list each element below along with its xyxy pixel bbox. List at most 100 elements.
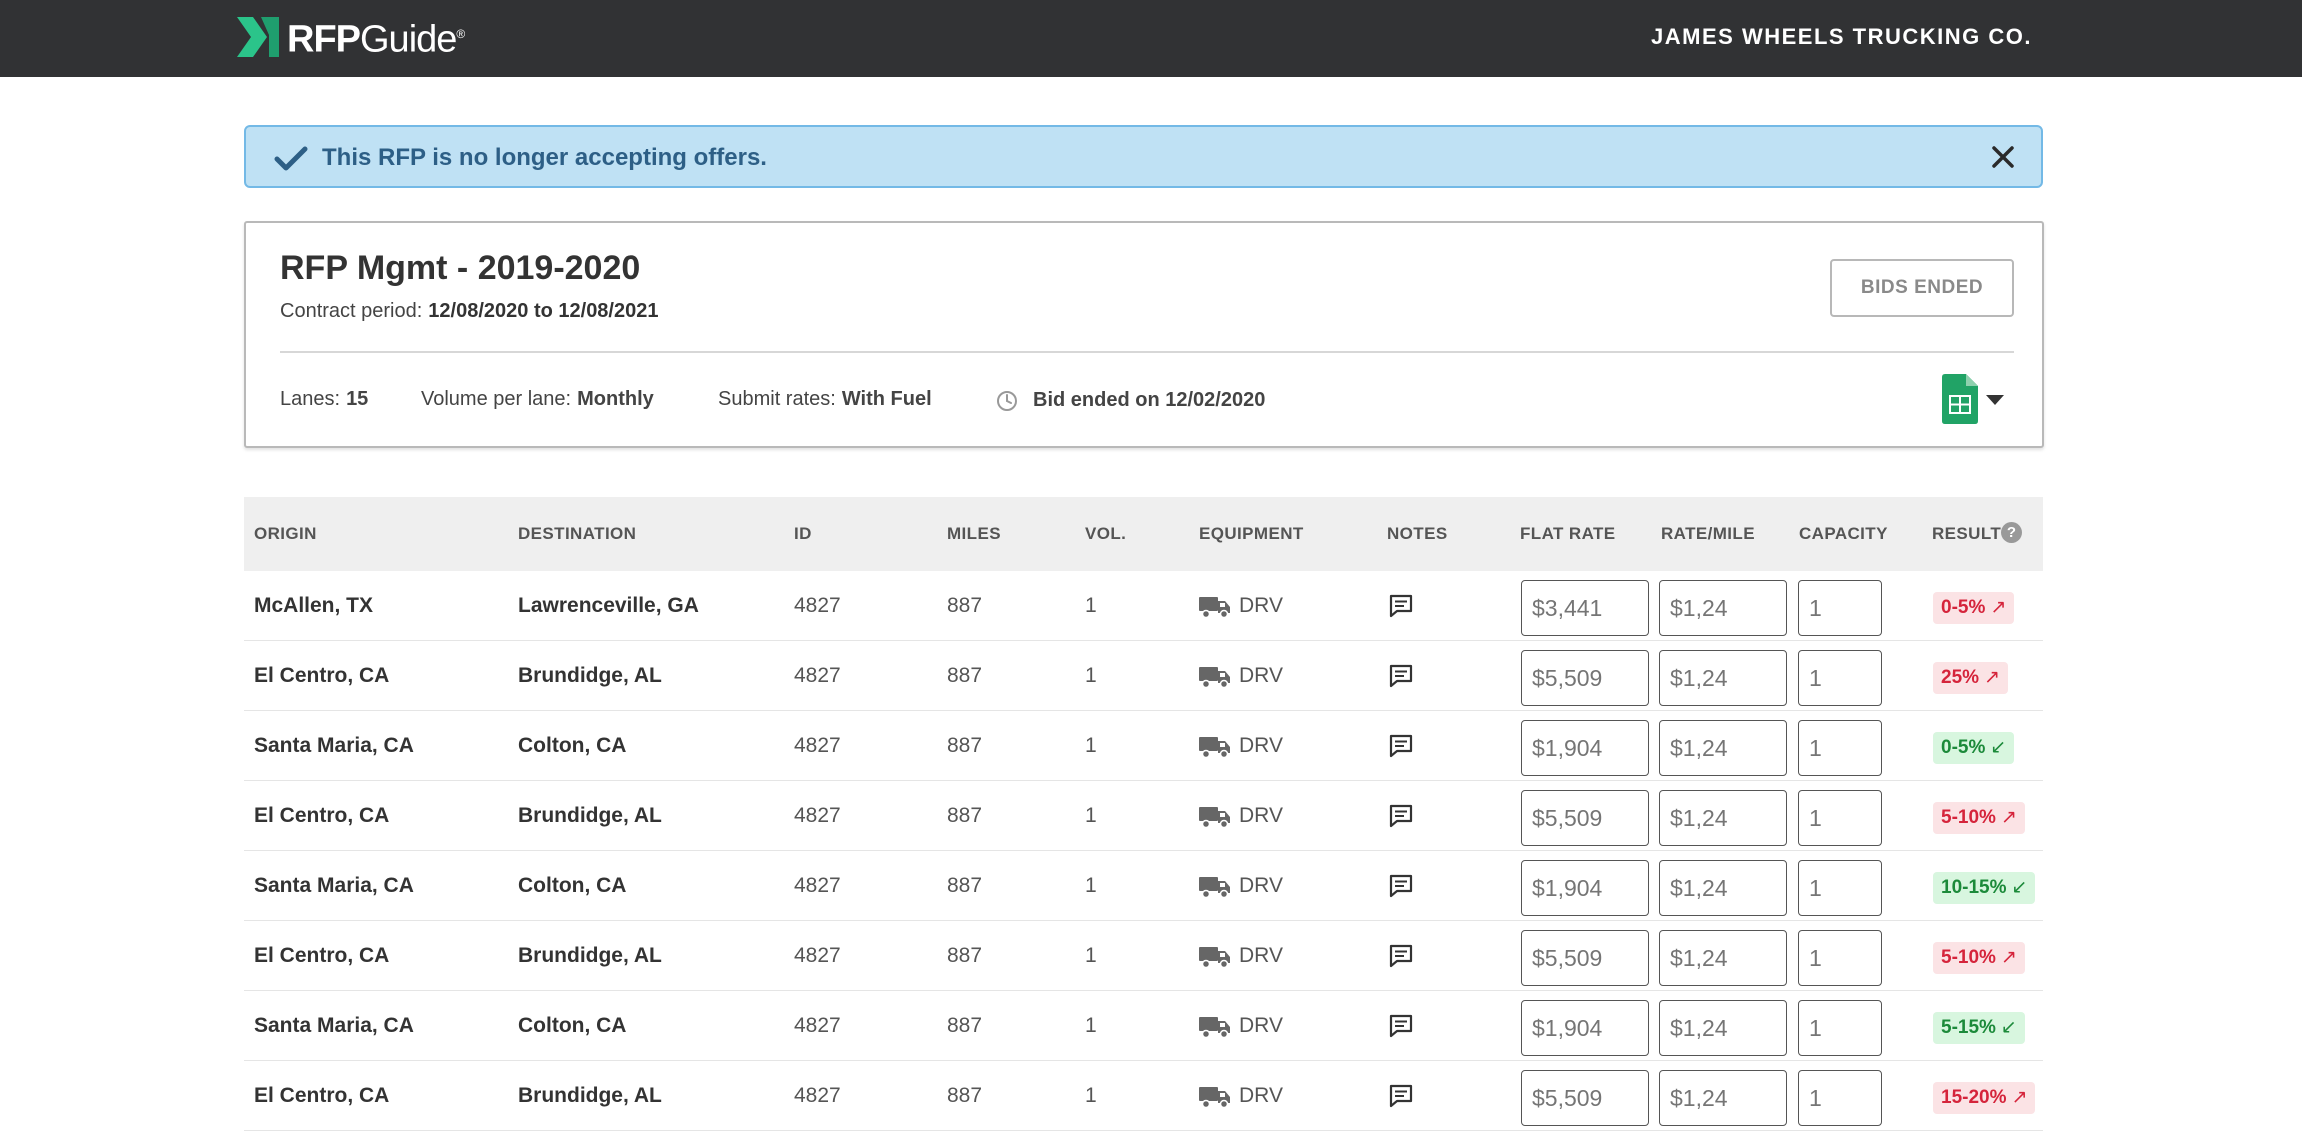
result-badge: 5-15% ↙ — [1933, 1012, 2025, 1044]
result-help-icon[interactable]: ? — [2001, 522, 2022, 543]
table-row[interactable]: El Centro, CA Brundidge, AL 4827 887 1 D… — [244, 641, 2043, 711]
spreadsheet-export-icon[interactable] — [1942, 374, 1978, 424]
miles-cell: 887 — [947, 594, 983, 617]
flat-rate-input[interactable] — [1521, 720, 1649, 776]
page-title: RFP Mgmt - 2019-2020 — [280, 249, 641, 287]
table-row[interactable]: El Centro, CA Brundidge, AL 4827 887 1 D… — [244, 921, 2043, 991]
capacity-input[interactable] — [1798, 930, 1882, 986]
trend-up-icon: ↗ — [1984, 667, 2000, 688]
table-row[interactable]: El Centro, CA Brundidge, AL 4827 887 1 D… — [244, 1061, 2043, 1131]
result-badge: 15-20% ↗ — [1933, 1082, 2036, 1114]
result-badge: 5-10% ↗ — [1933, 942, 2025, 974]
vol-cell: 1 — [1085, 1014, 1097, 1037]
equipment-cell: DRV — [1239, 1014, 1283, 1037]
capacity-input[interactable] — [1798, 790, 1882, 846]
flat-rate-input[interactable] — [1521, 860, 1649, 916]
capacity-input[interactable] — [1798, 650, 1882, 706]
equipment-cell: DRV — [1239, 664, 1283, 687]
trend-up-icon: ↗ — [2011, 1087, 2028, 1108]
flat-rate-input[interactable] — [1521, 580, 1649, 636]
trend-up-icon: ↗ — [1990, 597, 2007, 618]
destination-cell: Brundidge, AL — [518, 1084, 662, 1107]
table-row[interactable]: McAllen, TX Lawrenceville, GA 4827 887 1… — [244, 571, 2043, 641]
rate-mile-input[interactable] — [1659, 860, 1787, 916]
company-name[interactable]: JAMES WHEELS TRUCKING CO. — [1651, 24, 2032, 50]
header-notes[interactable]: NOTES — [1387, 524, 1448, 544]
flat-rate-input[interactable] — [1521, 650, 1649, 706]
miles-cell: 887 — [947, 874, 983, 897]
logo-wordmark: RFPGuide® — [287, 18, 465, 61]
lanes-table-header: ORIGIN DESTINATION ID MILES VOL. EQUIPME… — [244, 497, 2043, 571]
table-row[interactable]: El Centro, CA Brundidge, AL 4827 887 1 D… — [244, 781, 2043, 851]
header-result[interactable]: RESULT — [1932, 524, 2001, 544]
result-badge: 0-5% ↗ — [1933, 592, 2015, 624]
close-icon[interactable] — [1991, 145, 2015, 169]
volume-value: Monthly — [577, 388, 654, 410]
notes-icon[interactable] — [1388, 593, 1414, 619]
origin-cell: Santa Maria, CA — [254, 734, 414, 757]
contract-period-label: Contract period: — [280, 300, 423, 322]
notes-icon[interactable] — [1388, 1083, 1414, 1109]
flat-rate-input[interactable] — [1521, 1000, 1649, 1056]
header-flat-rate[interactable]: FLAT RATE — [1520, 524, 1616, 544]
origin-cell: El Centro, CA — [254, 664, 390, 687]
checkmark-icon — [274, 146, 308, 171]
rate-mile-input[interactable] — [1659, 580, 1787, 636]
flat-rate-input[interactable] — [1521, 930, 1649, 986]
rate-mile-input[interactable] — [1659, 1070, 1787, 1126]
header-vol[interactable]: VOL. — [1085, 524, 1126, 544]
rate-mile-input[interactable] — [1659, 1000, 1787, 1056]
equipment-cell: DRV — [1239, 874, 1283, 897]
header-origin[interactable]: ORIGIN — [254, 524, 317, 544]
trend-up-icon: ↗ — [2000, 947, 2017, 968]
rfp-summary-card: RFP Mgmt - 2019-2020 Contract period: 12/… — [244, 221, 2044, 448]
header-id[interactable]: ID — [794, 524, 812, 544]
flat-rate-input[interactable] — [1521, 1070, 1649, 1126]
rate-mile-input[interactable] — [1659, 650, 1787, 706]
header-capacity[interactable]: CAPACITY — [1799, 524, 1888, 544]
notes-icon[interactable] — [1388, 663, 1414, 689]
equipment-cell: DRV — [1239, 734, 1283, 757]
capacity-input[interactable] — [1798, 580, 1882, 636]
equipment-cell: DRV — [1239, 594, 1283, 617]
table-row[interactable]: Santa Maria, CA Colton, CA 4827 887 1 DR… — [244, 991, 2043, 1061]
miles-cell: 887 — [947, 1014, 983, 1037]
result-badge: 0-5% ↙ — [1933, 732, 2015, 764]
capacity-input[interactable] — [1798, 860, 1882, 916]
trend-up-icon: ↗ — [2000, 807, 2017, 828]
id-cell: 4827 — [794, 1084, 841, 1107]
id-cell: 4827 — [794, 1014, 841, 1037]
volume-info: Volume per lane: Monthly — [421, 388, 654, 411]
notes-icon[interactable] — [1388, 1013, 1414, 1039]
rfpguide-logo[interactable]: RFPGuide® — [237, 14, 465, 61]
miles-cell: 887 — [947, 734, 983, 757]
export-dropdown-caret-icon[interactable] — [1986, 395, 2004, 405]
vol-cell: 1 — [1085, 874, 1097, 897]
header-miles[interactable]: MILES — [947, 524, 1001, 544]
origin-cell: McAllen, TX — [254, 594, 374, 617]
id-cell: 4827 — [794, 944, 841, 967]
header-equipment[interactable]: EQUIPMENT — [1199, 524, 1304, 544]
truck-icon — [1199, 877, 1230, 899]
table-row[interactable]: Santa Maria, CA Colton, CA 4827 887 1 DR… — [244, 711, 2043, 781]
destination-cell: Brundidge, AL — [518, 944, 662, 967]
rate-mile-input[interactable] — [1659, 930, 1787, 986]
notes-icon[interactable] — [1388, 943, 1414, 969]
notes-icon[interactable] — [1388, 803, 1414, 829]
destination-cell: Brundidge, AL — [518, 804, 662, 827]
truck-icon — [1199, 737, 1230, 759]
capacity-input[interactable] — [1798, 720, 1882, 776]
capacity-input[interactable] — [1798, 1070, 1882, 1126]
rate-mile-input[interactable] — [1659, 790, 1787, 846]
notes-icon[interactable] — [1388, 733, 1414, 759]
notes-icon[interactable] — [1388, 873, 1414, 899]
card-divider — [280, 351, 2014, 353]
bids-ended-button[interactable]: BIDS ENDED — [1830, 259, 2014, 317]
flat-rate-input[interactable] — [1521, 790, 1649, 846]
rate-mile-input[interactable] — [1659, 720, 1787, 776]
destination-cell: Lawrenceville, GA — [518, 594, 699, 617]
table-row[interactable]: Santa Maria, CA Colton, CA 4827 887 1 DR… — [244, 851, 2043, 921]
capacity-input[interactable] — [1798, 1000, 1882, 1056]
header-rate-mile[interactable]: RATE/MILE — [1661, 524, 1755, 544]
header-destination[interactable]: DESTINATION — [518, 524, 636, 544]
